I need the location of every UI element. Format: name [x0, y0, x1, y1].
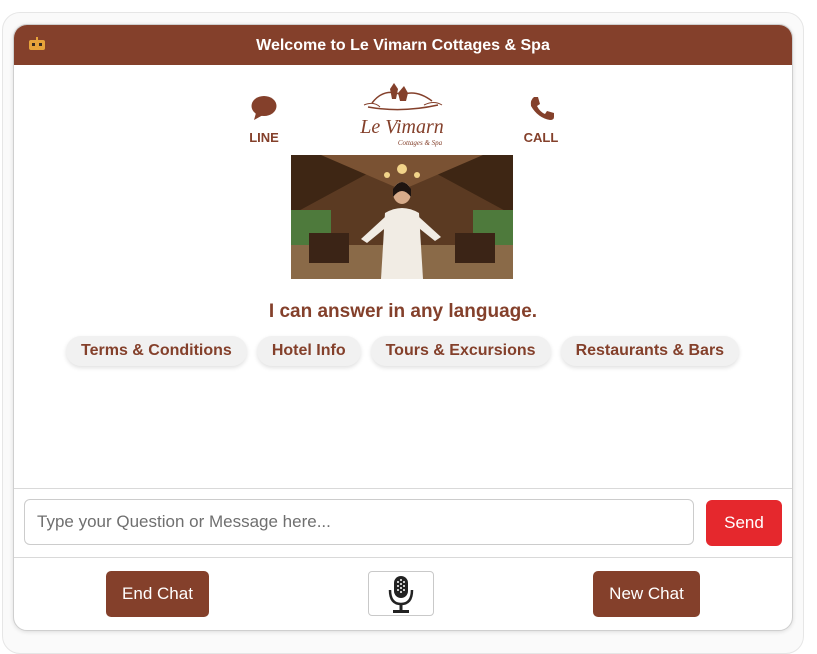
svg-text:Cottages & Spa: Cottages & Spa	[398, 139, 443, 147]
call-label: CALL	[523, 130, 559, 145]
tagline: I can answer in any language.	[268, 301, 538, 322]
send-button[interactable]: Send	[706, 500, 782, 546]
call-button[interactable]: CALL	[506, 95, 576, 145]
chip-hotel-info[interactable]: Hotel Info	[256, 336, 361, 366]
footer-divider	[14, 557, 792, 558]
phone-icon	[530, 97, 554, 120]
svg-text:Le Vimarn: Le Vimarn	[359, 116, 444, 138]
chat-widget: Welcome to Le Vimarn Cottages & Spa LINE…	[13, 24, 793, 631]
chat-header: Welcome to Le Vimarn Cottages & Spa	[14, 25, 792, 65]
microphone-button[interactable]	[368, 571, 434, 616]
concierge-avatar-image	[291, 155, 513, 279]
chat-bubble-icon	[251, 96, 277, 120]
quick-replies: Terms & Conditions Hotel Info Tours & Ex…	[66, 336, 740, 368]
header-title: Welcome to Le Vimarn Cottages & Spa	[256, 37, 550, 54]
chip-restaurants-bars[interactable]: Restaurants & Bars	[560, 336, 740, 366]
line-label: LINE	[249, 130, 279, 145]
hotel-logo: Le Vimarn Cottages & Spa	[354, 83, 450, 151]
message-input[interactable]	[24, 499, 694, 545]
end-chat-button[interactable]: End Chat	[106, 571, 209, 617]
composer-divider	[14, 488, 792, 489]
chip-tours-excursions[interactable]: Tours & Excursions	[370, 336, 551, 366]
new-chat-button[interactable]: New Chat	[593, 571, 700, 617]
chip-terms-conditions[interactable]: Terms & Conditions	[66, 336, 247, 366]
microphone-icon	[388, 576, 414, 613]
line-button[interactable]: LINE	[229, 95, 299, 145]
